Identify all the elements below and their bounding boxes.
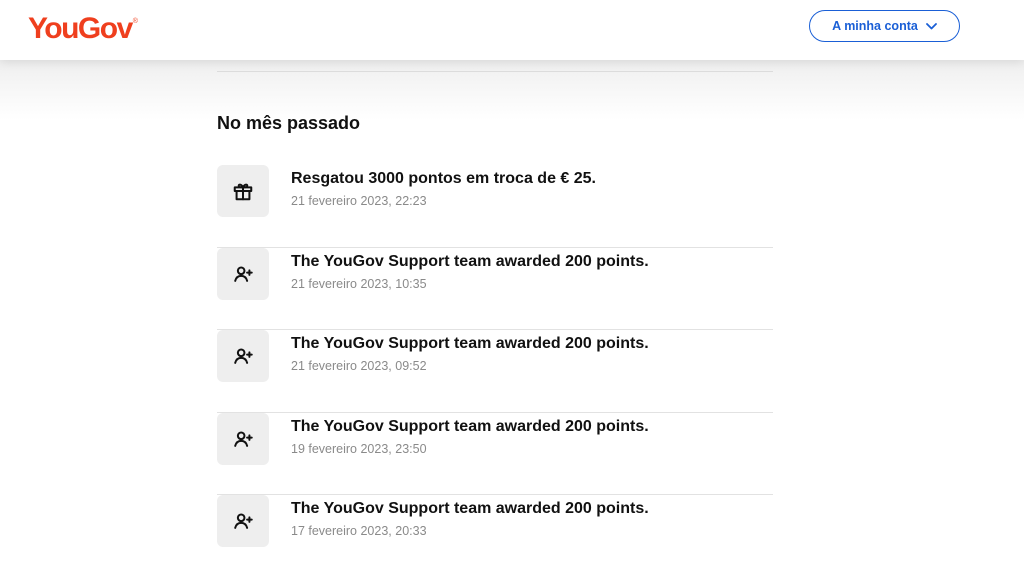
activity-date: 21 fevereiro 2023, 22:23 (291, 194, 427, 208)
activity-title: The YouGov Support team awarded 200 poin… (291, 417, 649, 435)
activity-item: The YouGov Support team awarded 200 poin… (217, 495, 773, 578)
activity-item: The YouGov Support team awarded 200 poin… (217, 247, 773, 330)
my-account-button[interactable]: A minha conta (809, 10, 960, 42)
user-plus-icon (217, 412, 269, 465)
activity-date: 21 fevereiro 2023, 09:52 (291, 359, 427, 373)
activity-title: Resgatou 3000 pontos em troca de € 25. (291, 170, 596, 187)
activity-item: Resgatou 3000 pontos em troca de € 25. 2… (217, 165, 773, 248)
my-account-label: A minha conta (832, 19, 918, 33)
activity-title: The YouGov Support team awarded 200 poin… (291, 500, 649, 517)
yougov-logo[interactable]: YouGov® (28, 12, 138, 46)
header-shadow (0, 60, 1024, 120)
activity-title: The YouGov Support team awarded 200 poin… (291, 335, 649, 352)
activity-title: The YouGov Support team awarded 200 poin… (291, 252, 649, 270)
user-plus-icon (217, 330, 269, 382)
gift-icon (217, 165, 269, 217)
activity-item: The YouGov Support team awarded 200 poin… (217, 330, 773, 413)
user-plus-icon (217, 495, 269, 547)
chevron-down-icon (925, 22, 937, 30)
activity-date: 17 fevereiro 2023, 20:33 (291, 524, 427, 538)
activity-date: 21 fevereiro 2023, 10:35 (291, 276, 427, 291)
activity-item: The YouGov Support team awarded 200 poin… (217, 412, 773, 495)
top-bar: YouGov® A minha conta (0, 0, 1024, 60)
divider (217, 71, 773, 72)
activity-list: Resgatou 3000 pontos em troca de € 25. 2… (217, 165, 773, 578)
logo-registered-mark: ® (132, 18, 138, 25)
logo-text: YouGov (28, 12, 133, 45)
section-title: No mês passado (217, 113, 361, 133)
activity-date: 19 fevereiro 2023, 23:50 (291, 441, 427, 456)
user-plus-icon (217, 247, 269, 300)
